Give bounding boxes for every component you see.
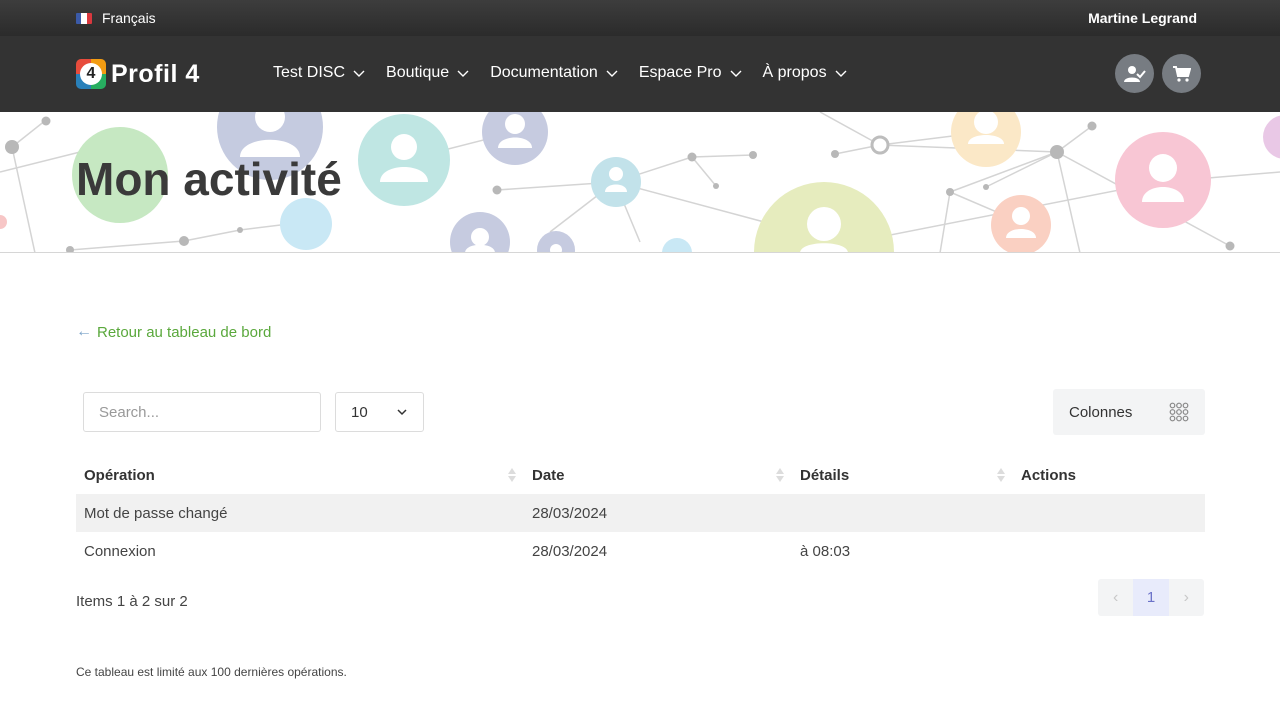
search-input[interactable] [83,392,321,432]
columns-button[interactable]: Colonnes [1053,389,1205,435]
column-header-label: Actions [1021,466,1077,484]
cell-actions [1013,532,1205,570]
french-flag-icon [76,12,92,24]
table-header-row: Opération Date Détails Actions [76,456,1205,494]
page-button-current[interactable]: 1 [1133,579,1169,616]
arrow-left-icon: ← [76,323,92,340]
menu-item-boutique[interactable]: Boutique [386,64,469,82]
site-logo[interactable]: 4 Profil 4 [76,59,200,89]
menu-item-label: À propos [762,64,827,81]
menu-item-label: Espace Pro [638,64,722,81]
menu-item-documentation[interactable]: Documentation [490,64,618,82]
chevron-down-icon [353,70,365,77]
chevron-down-icon [835,70,847,77]
chevron-down-icon [606,70,618,77]
cell-date: 28/03/2024 [524,494,792,532]
sort-icon [997,468,1005,482]
user-name[interactable]: Martine Legrand [1088,10,1197,26]
user-check-icon [1123,65,1146,82]
cell-date: 28/03/2024 [532,542,608,560]
menu-item-espace-pro[interactable]: Espace Pro [639,64,742,82]
items-count-info: Items 1 à 2 sur 2 [76,593,188,610]
previous-page-button[interactable]: ‹ [1098,579,1133,616]
grid-dots-icon [1169,402,1189,422]
menu-item-test-disc[interactable]: Test DISC [273,64,365,82]
column-header-label: Détails [800,466,850,484]
column-header-details[interactable]: Détails [792,456,1013,494]
column-header-actions: Actions [1013,456,1205,494]
language-label: Français [102,10,156,26]
menu-item-label: Documentation [490,64,598,81]
logo-mark-number: 4 [80,63,102,85]
nav-icons [1115,54,1201,93]
main-menu: Test DISC Boutique Documentation Espace … [273,64,868,82]
column-header-date[interactable]: Date [524,456,792,494]
account-button[interactable] [1115,54,1154,93]
column-header-label: Date [532,466,565,484]
column-header-operation[interactable]: Opération [76,456,524,494]
menu-item-label: Test DISC [273,64,346,81]
main-navbar: 4 Profil 4 Test DISC Boutique Documentat… [0,36,1280,112]
cart-button[interactable] [1162,54,1201,93]
cell-actions [1013,494,1205,532]
cell-operation: Connexion [84,542,156,560]
table-row: Mot de passe changé 28/03/2024 [76,494,1205,532]
next-page-button[interactable]: › [1169,579,1204,616]
sort-icon [776,468,784,482]
page-size-select[interactable]: 10 [335,392,424,432]
cell-details: à 08:03 [800,542,851,560]
menu-item-a-propos[interactable]: À propos [763,64,847,82]
menu-item-label: Boutique [386,64,450,81]
column-header-label: Opération [84,466,155,484]
logo-text: Profil 4 [111,59,200,88]
cart-icon [1172,65,1191,82]
top-bar: Français Martine Legrand [0,0,1280,36]
table-limit-note: Ce tableau est limité aux 100 dernières … [76,665,347,679]
cell-details [792,494,1013,532]
page-size-value: 10 [351,403,368,421]
language-selector[interactable]: Français [76,10,156,26]
page-title: Mon activité [76,153,342,205]
logo-mark-icon: 4 [76,59,106,89]
cell-operation: Mot de passe changé [76,494,524,532]
chevron-down-icon [730,70,742,77]
chevron-down-icon [397,409,407,416]
table-row: Connexion 28/03/2024 à 08:03 [76,532,1205,570]
page-banner: Mon activité [0,112,1280,253]
back-link-label: Retour au tableau de bord [97,323,272,341]
pagination: ‹ 1 › [1098,579,1204,616]
chevron-down-icon [457,70,469,77]
columns-label: Colonnes [1069,403,1133,421]
back-to-dashboard-link[interactable]: ← Retour au tableau de bord [76,323,271,341]
sort-icon [508,468,516,482]
activity-table: Opération Date Détails Actions Mot de pa… [76,456,1205,570]
